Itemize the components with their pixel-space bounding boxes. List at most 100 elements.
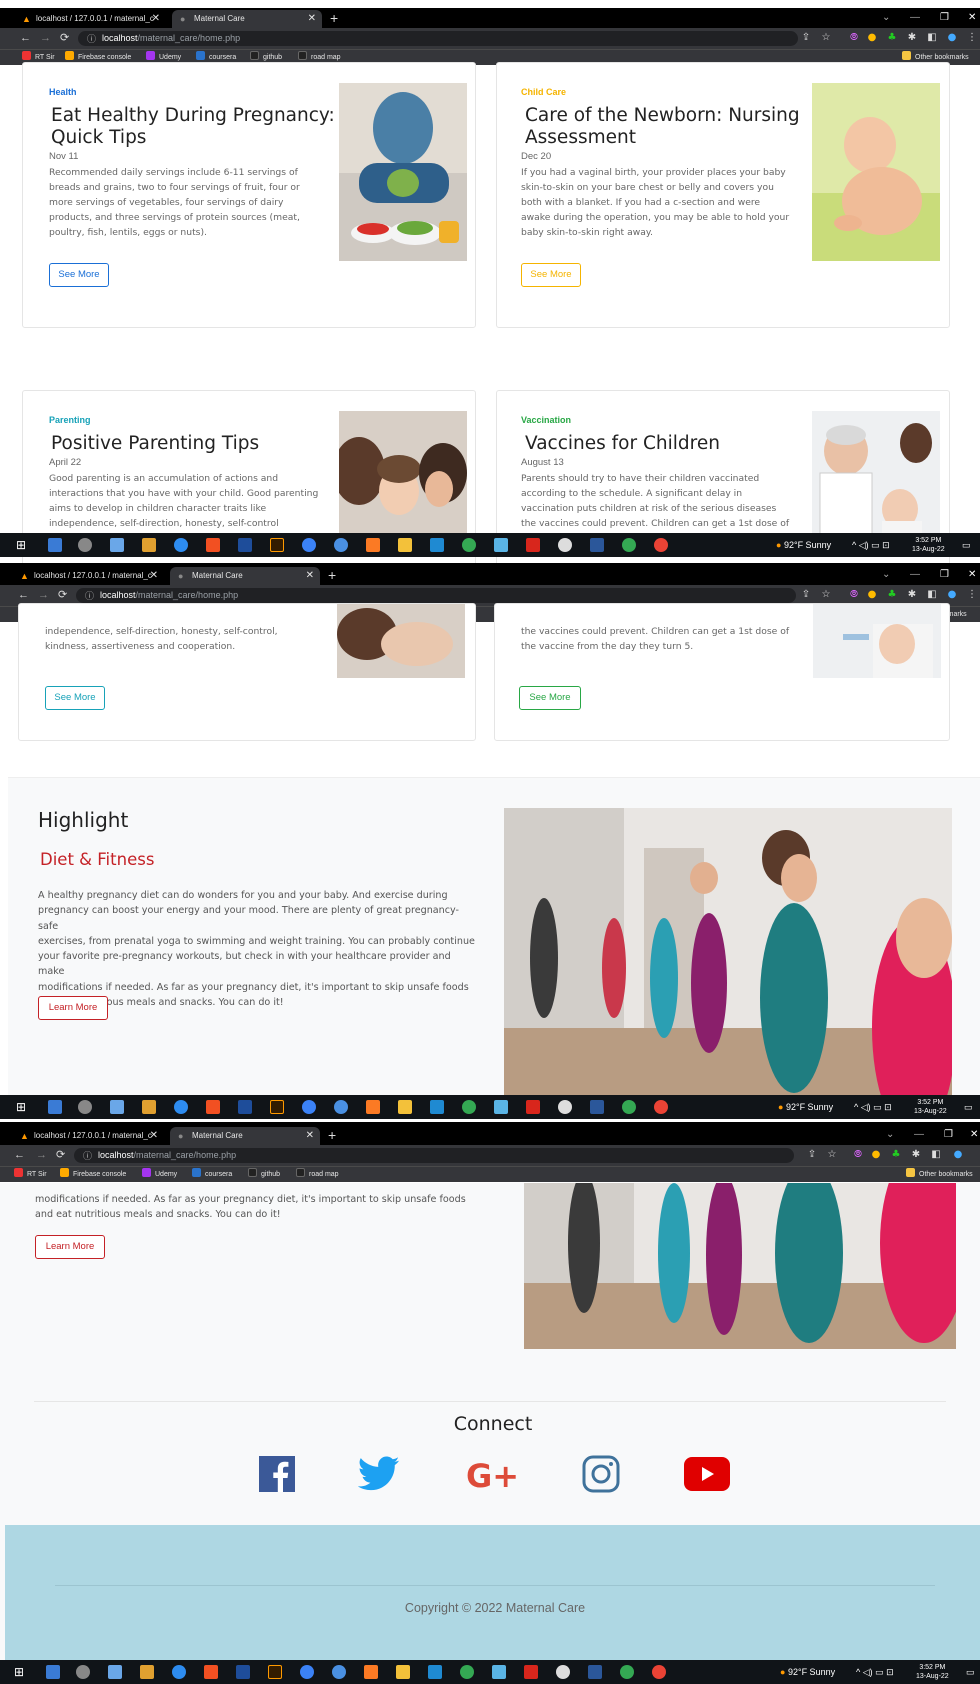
- see-more-button[interactable]: See More: [521, 263, 581, 287]
- menu-icon[interactable]: ⋮: [966, 32, 978, 44]
- back-icon[interactable]: ←: [18, 588, 29, 602]
- reload-icon[interactable]: ⟳: [58, 588, 67, 602]
- reload-icon[interactable]: ⟳: [56, 1148, 65, 1162]
- app-icon[interactable]: [494, 1100, 508, 1114]
- chrome-icon[interactable]: [652, 1665, 666, 1679]
- app-icon[interactable]: [142, 1100, 156, 1114]
- bookmark-road-map[interactable]: road map: [296, 1168, 339, 1182]
- app-icon[interactable]: [238, 1100, 252, 1114]
- xampp-icon[interactable]: [364, 1665, 378, 1679]
- chrome-icon[interactable]: [654, 538, 668, 552]
- app-icon[interactable]: [334, 1100, 348, 1114]
- sidebar-icon[interactable]: ◧: [926, 589, 938, 601]
- acrobat-icon[interactable]: [526, 538, 540, 552]
- tab-maternal-care[interactable]: ● Maternal Care ✕: [170, 1127, 320, 1145]
- close-icon[interactable]: ✕: [152, 10, 160, 28]
- app-icon[interactable]: [140, 1665, 154, 1679]
- minimize-button[interactable]: —: [910, 565, 920, 585]
- bookmark-udemy[interactable]: Udemy: [142, 1168, 177, 1182]
- app-icon[interactable]: [110, 1100, 124, 1114]
- tray-icons[interactable]: ^ ◁) ▭ ⊡: [854, 1095, 892, 1119]
- app-icon[interactable]: [78, 1100, 92, 1114]
- close-icon[interactable]: ✕: [308, 10, 316, 28]
- star-icon[interactable]: ☆: [826, 1149, 838, 1161]
- tab-search-icon[interactable]: ⌄: [882, 565, 890, 585]
- app-icon[interactable]: [300, 1665, 314, 1679]
- share-icon[interactable]: ⇪: [806, 1149, 818, 1161]
- file-explorer-icon[interactable]: [396, 1665, 410, 1679]
- weather-widget[interactable]: ● 92°F Sunny: [776, 533, 831, 557]
- learn-more-button[interactable]: Learn More: [38, 996, 108, 1020]
- extension-icon[interactable]: ⦾: [852, 1149, 864, 1161]
- bookmark-firebase[interactable]: Firebase console: [60, 1168, 126, 1182]
- extension-icon[interactable]: ●: [870, 1149, 882, 1161]
- clock[interactable]: 3:52 PM 13-Aug-22: [916, 1663, 949, 1681]
- new-tab-button[interactable]: +: [328, 565, 336, 585]
- sidebar-icon[interactable]: ◧: [930, 1149, 942, 1161]
- clock[interactable]: 3:52 PM 13-Aug-22: [912, 536, 945, 554]
- menu-icon[interactable]: ⋮: [966, 589, 978, 601]
- tab-search-icon[interactable]: ⌄: [886, 1125, 894, 1145]
- chrome-icon[interactable]: [622, 1100, 636, 1114]
- puzzle-icon[interactable]: ✱: [906, 589, 918, 601]
- app-icon[interactable]: [206, 538, 220, 552]
- notification-icon[interactable]: ▭: [962, 533, 971, 557]
- close-icon[interactable]: ✕: [306, 1127, 314, 1145]
- file-explorer-icon[interactable]: [398, 1100, 412, 1114]
- google-plus-icon[interactable]: G+: [466, 1457, 522, 1498]
- app-icon[interactable]: [76, 1665, 90, 1679]
- minimize-button[interactable]: —: [910, 8, 920, 28]
- app-icon[interactable]: [204, 1665, 218, 1679]
- xampp-icon[interactable]: [366, 538, 380, 552]
- extension-icon[interactable]: ♣: [886, 589, 898, 601]
- acrobat-icon[interactable]: [524, 1665, 538, 1679]
- app-icon[interactable]: [78, 538, 92, 552]
- app-icon[interactable]: [332, 1665, 346, 1679]
- xampp-icon[interactable]: [366, 1100, 380, 1114]
- notification-icon[interactable]: ▭: [964, 1095, 973, 1119]
- app-icon[interactable]: [142, 538, 156, 552]
- app-icon[interactable]: [174, 538, 188, 552]
- extension-icon[interactable]: ♣: [890, 1149, 902, 1161]
- puzzle-icon[interactable]: ✱: [906, 32, 918, 44]
- illustrator-icon[interactable]: [270, 1100, 284, 1114]
- extension-icon[interactable]: ●: [866, 589, 878, 601]
- app-icon[interactable]: [334, 538, 348, 552]
- app-icon[interactable]: [558, 538, 572, 552]
- forward-icon[interactable]: →: [38, 588, 49, 602]
- twitter-icon[interactable]: [357, 1456, 400, 1496]
- app-icon[interactable]: [558, 1100, 572, 1114]
- app-icon[interactable]: [110, 538, 124, 552]
- weather-widget[interactable]: ● 92°F Sunny: [778, 1095, 833, 1119]
- extension-icon[interactable]: ♣: [886, 32, 898, 44]
- app-icon[interactable]: [494, 538, 508, 552]
- chrome-icon[interactable]: [620, 1665, 634, 1679]
- forward-icon[interactable]: →: [36, 1148, 47, 1162]
- tray-icons[interactable]: ^ ◁) ▭ ⊡: [856, 1660, 894, 1684]
- acrobat-icon[interactable]: [526, 1100, 540, 1114]
- extension-icon[interactable]: ⦾: [848, 589, 860, 601]
- close-icon[interactable]: ✕: [150, 567, 158, 585]
- vscode-icon[interactable]: [430, 1100, 444, 1114]
- windows-start-icon[interactable]: ⊞: [16, 1100, 30, 1114]
- close-window-button[interactable]: ✕: [968, 565, 976, 585]
- bookmark-rt-sir[interactable]: RT Sir: [14, 1168, 47, 1182]
- new-tab-button[interactable]: +: [328, 1125, 336, 1145]
- see-more-button[interactable]: See More: [45, 686, 105, 710]
- chrome-icon[interactable]: [654, 1100, 668, 1114]
- share-icon[interactable]: ⇪: [800, 32, 812, 44]
- close-window-button[interactable]: ✕: [968, 8, 976, 28]
- maximize-button[interactable]: ❐: [940, 8, 949, 28]
- see-more-button[interactable]: See More: [519, 686, 581, 710]
- weather-widget[interactable]: ● 92°F Sunny: [780, 1660, 835, 1684]
- illustrator-icon[interactable]: [268, 1665, 282, 1679]
- app-icon[interactable]: [556, 1665, 570, 1679]
- tray-icons[interactable]: ^ ◁) ▭ ⊡: [852, 533, 890, 557]
- app-icon[interactable]: [48, 538, 62, 552]
- app-icon[interactable]: [236, 1665, 250, 1679]
- tab-maternal-care[interactable]: ● Maternal Care ✕: [170, 567, 320, 585]
- vscode-icon[interactable]: [430, 538, 444, 552]
- app-icon[interactable]: [108, 1665, 122, 1679]
- tab-search-icon[interactable]: ⌄: [882, 8, 890, 28]
- app-icon[interactable]: [46, 1665, 60, 1679]
